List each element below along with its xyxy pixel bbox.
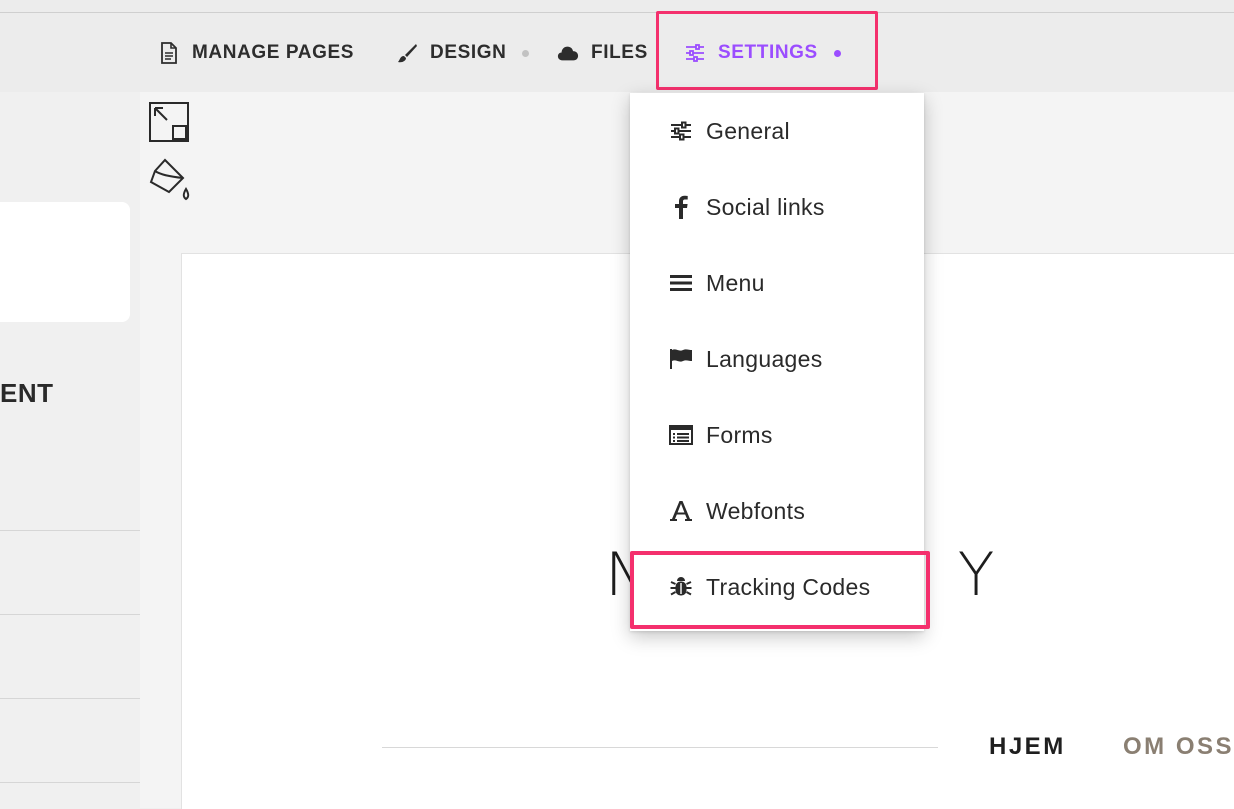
menu-item-label: Webfonts — [706, 497, 806, 524]
manage-pages-label: MANAGE PAGES — [192, 42, 355, 63]
cloud-icon — [557, 42, 579, 64]
expand-icon[interactable] — [149, 102, 189, 147]
sidebar-divider — [0, 530, 140, 531]
flag-icon — [668, 346, 694, 372]
menu-item-label: Forms — [706, 421, 773, 448]
facebook-icon — [668, 194, 694, 220]
menu-item-label: Menu — [706, 269, 765, 296]
files-label: FILES — [591, 42, 648, 63]
menu-item-forms[interactable]: Forms — [630, 397, 924, 473]
sidebar-divider — [0, 782, 140, 783]
site-nav-rule — [382, 747, 938, 748]
manage-pages-button[interactable]: MANAGE PAGES — [158, 28, 354, 78]
document-icon — [158, 42, 180, 64]
hamburger-icon — [668, 270, 694, 296]
sidebar-divider — [0, 698, 140, 699]
tracking-codes-highlight-box — [630, 551, 930, 629]
sliders-icon — [668, 118, 694, 144]
menu-item-social-links[interactable]: Social links — [630, 169, 924, 245]
menu-item-label: General — [706, 117, 790, 144]
menu-item-label: Social links — [706, 193, 825, 220]
settings-highlight-box — [656, 11, 878, 90]
brush-icon — [396, 42, 418, 64]
window-top-edge — [0, 0, 1234, 13]
design-button[interactable]: DESIGN — [396, 28, 530, 78]
menu-item-languages[interactable]: Languages — [630, 321, 924, 397]
menu-item-webfonts[interactable]: Webfonts — [630, 473, 924, 549]
files-button[interactable]: FILES — [557, 28, 648, 78]
menu-item-menu[interactable]: Menu — [630, 245, 924, 321]
site-nav-item-home[interactable]: HJEM — [989, 733, 1066, 761]
design-status-dot — [522, 49, 530, 57]
design-label: DESIGN — [430, 42, 507, 63]
font-icon — [668, 498, 694, 524]
sidebar-divider — [0, 614, 140, 615]
paint-bucket-icon[interactable] — [147, 157, 193, 210]
form-icon — [668, 422, 694, 448]
left-sidebar: ENT — [0, 92, 140, 808]
menu-item-label: Languages — [706, 345, 823, 372]
sidebar-card[interactable] — [0, 202, 130, 322]
sidebar-section-title: ENT — [0, 378, 54, 408]
site-nav-item-about[interactable]: OM OSS — [1123, 733, 1234, 761]
menu-item-general[interactable]: General — [630, 93, 924, 169]
